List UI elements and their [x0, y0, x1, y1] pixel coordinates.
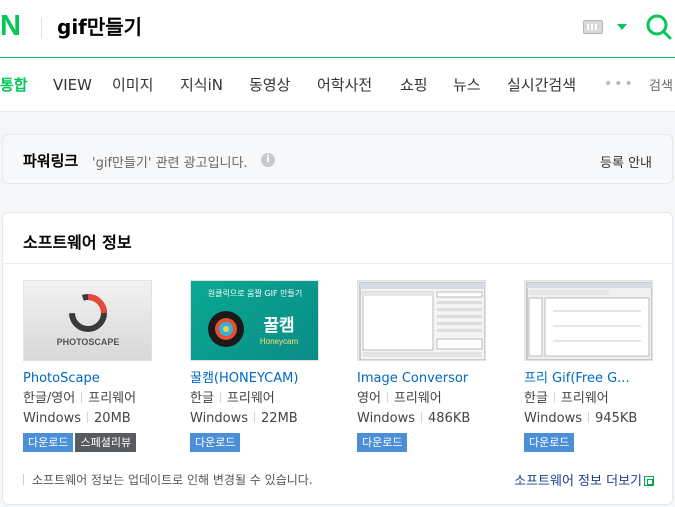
software-card-photoscape: PHOTOSCAPE PhotoScape 한글/영어 프리웨어 Windows 2… — [23, 280, 163, 452]
software-license: 프리웨어 — [226, 391, 275, 406]
software-os: Windows — [357, 411, 416, 426]
software-name-link[interactable]: Image Conversor — [357, 370, 497, 388]
software-card-image-conversor: Image Conversor 영어 프리웨어 Windows 486KB 다운로드 — [357, 280, 497, 452]
search-icon[interactable] — [645, 13, 673, 41]
software-lang-license: 한글 프리웨어 — [524, 390, 664, 408]
software-os-size: Windows 945KB — [524, 410, 664, 428]
external-link-icon — [644, 476, 654, 486]
software-name-link[interactable]: 꿀캠(HONEYCAM) — [190, 370, 330, 388]
software-os: Windows — [524, 411, 583, 426]
download-button[interactable]: 다운로드 — [357, 433, 408, 452]
svg-text:Honeycam: Honeycam — [260, 337, 299, 346]
software-more-label[interactable]: 소프트웨어 정보 더보기 — [514, 474, 642, 489]
software-info-section: 소프트웨어 정보 PHOTOSCAPE PhotoScape 한글/영어 프리웨어… — [2, 212, 673, 505]
download-button[interactable]: 다운로드 — [524, 433, 575, 452]
honeycam-logo-icon: 원클릭으로 움짤 GIF 만들기 꿀캠 Honeycam — [208, 288, 302, 347]
keyboard-icon[interactable] — [583, 20, 603, 34]
app-window-screenshot-icon — [359, 282, 485, 360]
software-size: 486KB — [428, 411, 471, 426]
software-os: Windows — [190, 411, 249, 426]
tab-dictionary[interactable]: 어학사전 — [317, 75, 372, 95]
software-name-link[interactable]: 프리 Gif(Free G... — [524, 370, 664, 388]
tab-news[interactable]: 뉴스 — [453, 75, 481, 95]
software-os: Windows — [23, 411, 82, 426]
powerlink-title: 파워링크 — [23, 152, 79, 170]
software-lang: 한글 — [190, 391, 214, 406]
download-button[interactable]: 다운로드 — [23, 433, 74, 452]
software-card-free-gif: 프리 Gif(Free G... 한글 프리웨어 Windows 945KB 다운로… — [524, 280, 664, 452]
photoscape-logo-icon: PHOTOSCAPE — [57, 294, 120, 347]
tab-video[interactable]: 동영상 — [249, 75, 290, 95]
svg-text:꿀캠: 꿀캠 — [263, 316, 294, 336]
tab-image[interactable]: 이미지 — [112, 75, 153, 95]
photoscape-thumbnail[interactable]: PHOTOSCAPE — [23, 280, 152, 361]
powerlink-subtitle: 'gif만들기' 관련 광고입니다. — [92, 156, 248, 171]
software-license: 프리웨어 — [393, 391, 442, 406]
software-lang: 한글/영어 — [23, 391, 76, 406]
tab-search-options[interactable]: 검색 — [649, 77, 673, 97]
software-os-size: Windows 486KB — [357, 410, 497, 428]
naver-logo[interactable]: N — [0, 11, 21, 41]
tab-shopping[interactable]: 쇼핑 — [400, 75, 428, 95]
svg-text:PHOTOSCAPE: PHOTOSCAPE — [57, 337, 120, 347]
software-lang-license: 영어 프리웨어 — [357, 390, 497, 408]
tab-realtime[interactable]: 실시간검색 — [507, 75, 576, 95]
software-more-link[interactable]: 소프트웨어 정보 더보기 — [514, 470, 654, 489]
software-size: 945KB — [595, 411, 638, 426]
software-lang: 영어 — [357, 391, 381, 406]
software-lang-license: 한글/영어 프리웨어 — [23, 390, 163, 408]
software-update-note: 소프트웨어 정보는 업데이트로 인해 변경될 수 있습니다. — [23, 471, 313, 488]
tab-kin[interactable]: 지식iN — [180, 75, 223, 95]
software-card-honeycam: 원클릭으로 움짤 GIF 만들기 꿀캠 Honeycam 꿀캠(HONEYCAM… — [190, 280, 330, 452]
search-divider — [41, 17, 42, 39]
special-review-button[interactable]: 스페셜리뷰 — [75, 433, 137, 452]
tab-view[interactable]: VIEW — [53, 75, 92, 95]
software-name-link[interactable]: PhotoScape — [23, 370, 163, 388]
chevron-down-icon[interactable] — [617, 24, 627, 30]
software-license: 프리웨어 — [88, 391, 137, 406]
image-conversor-thumbnail[interactable] — [357, 280, 486, 361]
software-size: 22MB — [261, 411, 298, 426]
software-os-size: Windows 20MB — [23, 410, 163, 428]
register-link[interactable]: 등록 안내 — [600, 152, 652, 171]
search-header: N gif만들기 — [0, 0, 675, 58]
free-gif-thumbnail[interactable] — [524, 280, 653, 361]
software-lang: 한글 — [524, 391, 548, 406]
honeycam-thumbnail[interactable]: 원클릭으로 움짤 GIF 만들기 꿀캠 Honeycam — [190, 280, 319, 361]
powerlink-section: 파워링크 'gif만들기' 관련 광고입니다. i 등록 안내 — [2, 134, 673, 184]
more-tabs-icon[interactable]: ••• — [604, 76, 635, 92]
search-query[interactable]: gif만들기 — [57, 13, 142, 41]
software-size: 20MB — [94, 411, 131, 426]
software-license: 프리웨어 — [560, 391, 609, 406]
software-lang-license: 한글 프리웨어 — [190, 390, 330, 408]
section-divider — [3, 263, 672, 264]
svg-text:원클릭으로 움짤 GIF 만들기: 원클릭으로 움짤 GIF 만들기 — [208, 288, 302, 298]
info-icon[interactable]: i — [261, 153, 275, 167]
download-button[interactable]: 다운로드 — [190, 433, 241, 452]
app-window-screenshot-icon — [526, 282, 652, 360]
software-section-title: 소프트웨어 정보 — [23, 233, 132, 252]
search-tabs: 통합 VIEW 이미지 지식iN 동영상 어학사전 쇼핑 뉴스 실시간검색 ••… — [0, 58, 675, 112]
tab-integrated[interactable]: 통합 — [0, 75, 28, 95]
software-os-size: Windows 22MB — [190, 410, 330, 428]
